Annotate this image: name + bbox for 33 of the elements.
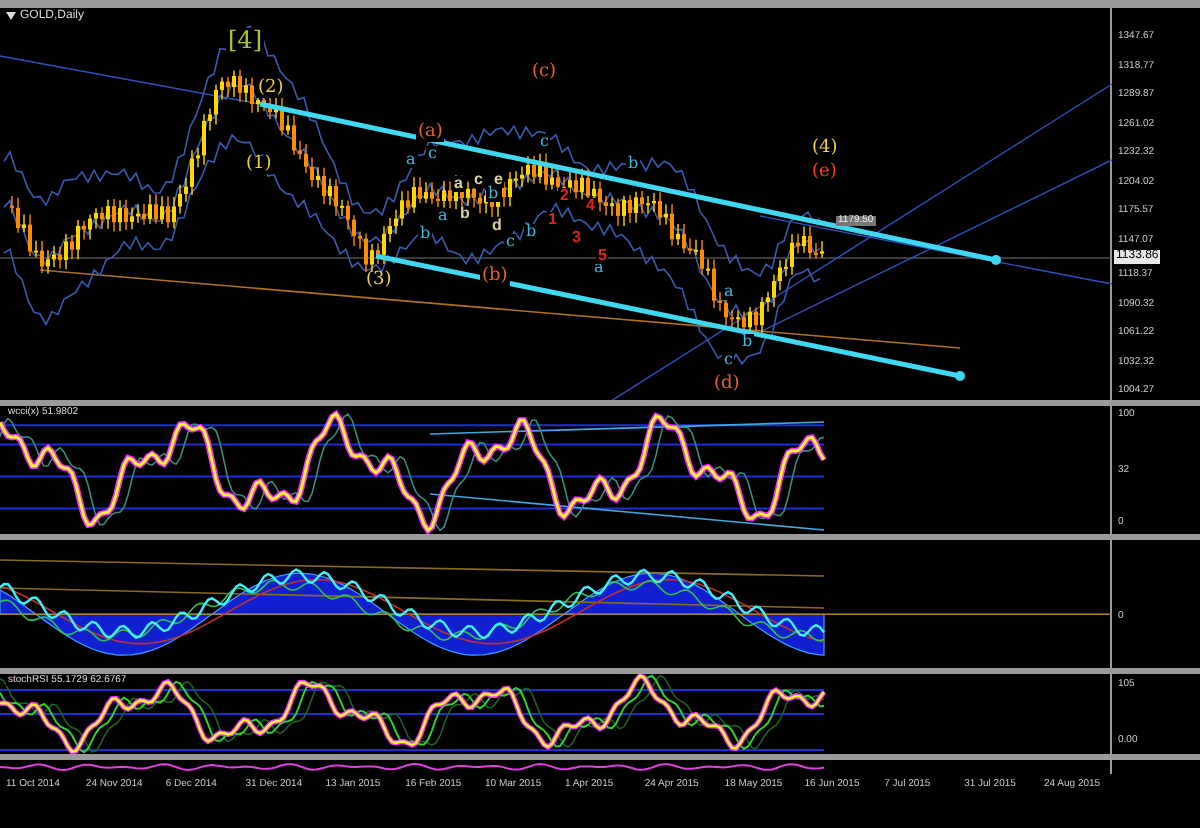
wave-label: 1 [546,212,559,228]
wave-label: (1) [244,156,274,174]
wave-label: 2 [558,188,571,204]
wave-label: c [426,146,439,162]
wave-label: (2) [256,80,286,98]
wave-label: (e) [810,164,839,182]
wave-label: b [524,224,539,240]
wave-label: 5 [596,248,609,264]
wave-label: b [486,186,501,202]
wave-label: b [418,226,433,242]
wave-label: 4 [584,198,597,214]
wave-label: c [722,352,735,368]
wave-label: d [490,218,504,234]
wave-label: a [404,152,418,168]
wave-label: (3) [364,272,394,290]
wave-label: 3 [570,230,583,246]
dropdown-icon[interactable] [6,12,16,20]
wave-label: a [722,284,736,300]
wave-label: c [538,134,551,150]
wave-label: (c) [530,64,559,82]
wave-label: a [452,176,465,192]
wave-label: (d) [712,376,742,394]
wave-label: e [492,172,505,188]
wave-label: a [436,208,450,224]
wave-label: (a) [416,124,445,142]
wave-label: (b) [480,268,510,286]
wave-label: c [472,172,485,188]
wave-label: b [740,334,755,350]
wave-label: c [504,234,517,250]
wave-label: b [626,156,641,172]
wave-label: (4) [810,140,840,158]
wave-label: [4] [226,28,264,52]
wave-label: b [458,206,472,222]
